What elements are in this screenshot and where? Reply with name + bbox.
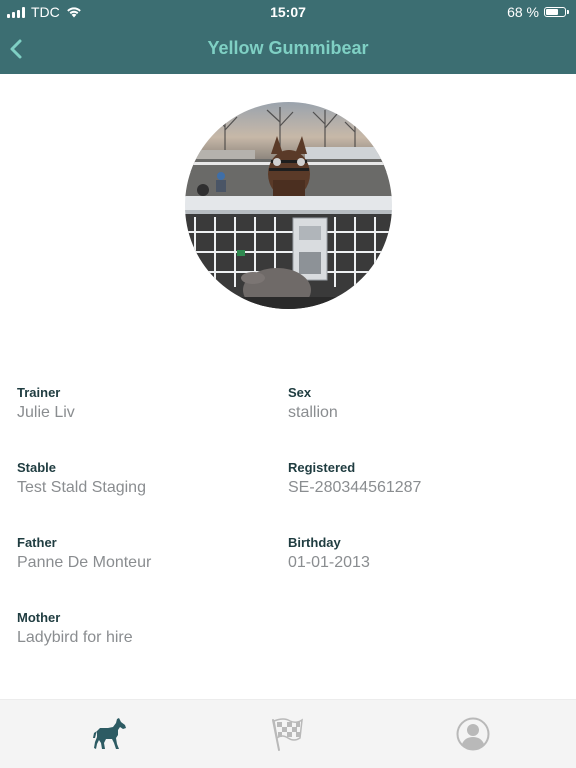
trainer-value: Julie Liv: [17, 404, 75, 421]
mother-label: Mother: [17, 610, 61, 625]
stable-field: Stable Test Stald Staging: [17, 460, 277, 499]
sex-field: Sex stallion: [288, 385, 548, 424]
father-label: Father: [17, 535, 57, 550]
status-bar: TDC 15:07 68 %: [0, 0, 576, 24]
profile-icon: [456, 717, 490, 751]
stable-value: Test Stald Staging: [17, 479, 146, 496]
header: TDC 15:07 68 % Yellow Gummibear: [0, 0, 576, 74]
registered-field: Registered SE-280344561287: [288, 460, 548, 499]
trainer-field: Trainer Julie Liv: [17, 385, 277, 424]
tab-horse[interactable]: [92, 714, 132, 754]
tab-bar: [0, 699, 576, 768]
mother-value: Ladybird for hire: [17, 629, 133, 646]
battery-icon: [544, 7, 569, 17]
battery-percentage: 68 %: [507, 4, 539, 20]
horse-photo: [185, 102, 392, 309]
trainer-label: Trainer: [17, 385, 61, 400]
father-value: Panne De Monteur: [17, 554, 152, 571]
battery-level: [546, 9, 558, 15]
registered-value: SE-280344561287: [288, 479, 422, 496]
birthday-label: Birthday: [288, 535, 341, 550]
sex-value: stallion: [288, 404, 338, 421]
clock: 15:07: [270, 4, 306, 20]
birthday-field: Birthday 01-01-2013: [288, 535, 548, 574]
status-right: 68 %: [507, 4, 569, 20]
horse-profile-screen: TDC 15:07 68 % Yellow Gummibear Trainer …: [0, 0, 576, 768]
navigation-bar: Yellow Gummibear: [0, 24, 576, 74]
registered-label: Registered: [288, 460, 356, 475]
page-title: Yellow Gummibear: [207, 38, 369, 58]
mother-field: Mother Ladybird for hire: [17, 610, 277, 649]
sex-label: Sex: [288, 385, 312, 400]
stable-label: Stable: [17, 460, 57, 475]
tab-profile[interactable]: [453, 714, 493, 754]
father-field: Father Panne De Monteur: [17, 535, 277, 574]
birthday-value: 01-01-2013: [288, 554, 370, 571]
checkered-flag-icon: [272, 718, 303, 751]
horse-photo-image: [185, 102, 392, 309]
tab-races[interactable]: [266, 714, 306, 754]
horse-icon: [93, 718, 126, 749]
